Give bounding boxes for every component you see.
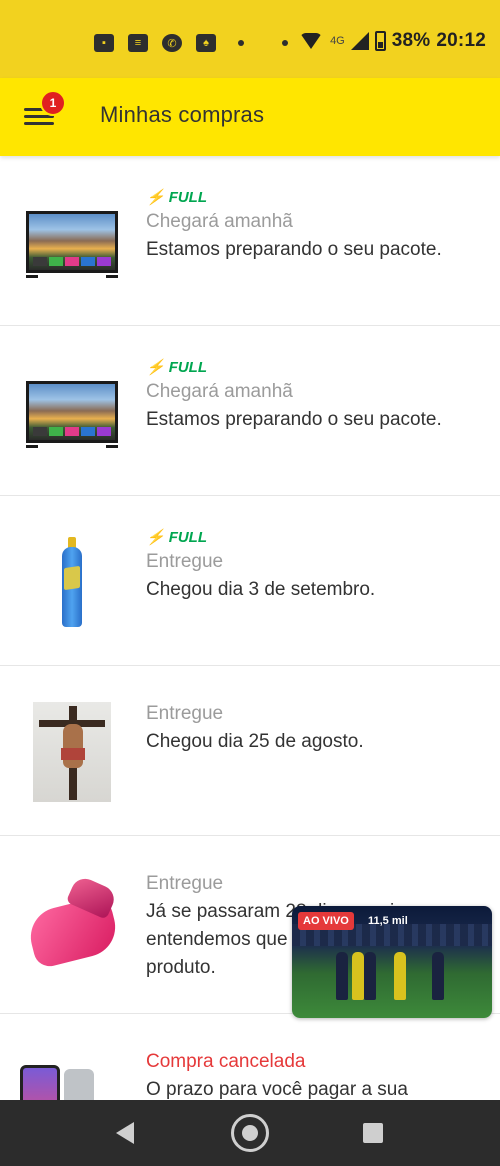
delivery-description: Chegou dia 3 de setembro. (146, 579, 376, 600)
image-icon: ▪ (94, 34, 114, 52)
network-type: 4G (330, 35, 345, 47)
status-indicators: 4G 38% 20:12 (300, 30, 486, 52)
delivery-description: Estamos preparando o seu pacote. (146, 409, 442, 430)
delivery-description: Estamos preparando o seu pacote. (146, 239, 442, 260)
battery-icon (374, 31, 386, 51)
back-icon[interactable] (116, 1122, 134, 1144)
full-badge: ⚡ FULL (146, 526, 476, 548)
full-badge: ⚡ FULL (146, 186, 476, 208)
more-notifications-dot (282, 40, 288, 46)
full-label: FULL (168, 528, 208, 546)
recents-icon[interactable] (363, 1123, 383, 1143)
live-video-overlay[interactable]: AO VIVO 11,5 mil (292, 906, 492, 1018)
delivery-status: Entregue (146, 873, 224, 894)
delivery-description: Chegou dia 25 de agosto. (146, 731, 364, 752)
game-icon: ♠ (196, 34, 216, 52)
tv-icon (26, 211, 118, 273)
purchase-item[interactable]: Entregue Chegou dia 25 de agosto. (0, 666, 500, 836)
wifi-icon (300, 33, 323, 49)
crucifix-icon (33, 702, 111, 802)
home-icon[interactable] (231, 1114, 269, 1152)
viewer-count: 11,5 mil (368, 915, 408, 927)
delivery-status: Compra cancelada (146, 1051, 306, 1072)
notification-icons: ▪ ≡ ✆ ♠ (94, 34, 288, 52)
delivery-status: Entregue (146, 703, 224, 724)
full-label: FULL (168, 188, 208, 206)
clock: 20:12 (436, 30, 486, 51)
product-thumbnail-crucifix (24, 702, 120, 802)
app-bar: 1 Minhas compras (0, 78, 500, 156)
live-badge: AO VIVO (298, 912, 354, 930)
whatsapp-icon: ✆ (162, 34, 182, 52)
lightning-icon: ⚡ (146, 359, 165, 376)
delivery-status: Entregue (146, 551, 224, 572)
bottle-icon (62, 537, 82, 627)
lightning-icon: ⚡ (146, 529, 165, 546)
product-thumbnail-perfume (24, 872, 122, 972)
product-thumbnail-tv (24, 192, 120, 292)
tv-icon (26, 381, 118, 443)
battery-percent: 38% (391, 30, 431, 51)
purchase-item[interactable]: ⚡ FULL Chegará amanhã Estamos preparando… (0, 156, 500, 326)
delivery-status: Chegará amanhã (146, 211, 293, 232)
menu-icon (24, 122, 54, 125)
full-badge: ⚡ FULL (146, 356, 476, 378)
signal-icon (350, 32, 369, 50)
full-label: FULL (168, 358, 208, 376)
lightning-icon: ⚡ (146, 189, 165, 206)
delivery-status: Chegará amanhã (146, 381, 293, 402)
menu-button[interactable]: 1 (24, 90, 66, 130)
status-bar: ▪ ≡ ✆ ♠ 4G 38% 20:12 (0, 0, 500, 78)
purchase-item[interactable]: ⚡ FULL Entregue Chegou dia 3 de setembro… (0, 496, 500, 666)
navigation-bar (0, 1100, 500, 1166)
product-thumbnail-tv (24, 362, 120, 462)
product-thumbnail-bottle (24, 532, 120, 632)
perfume-icon (24, 874, 122, 970)
page-title: Minhas compras (100, 102, 265, 127)
notification-badge: 1 (40, 90, 66, 116)
purchase-item[interactable]: ⚡ FULL Chegará amanhã Estamos preparando… (0, 326, 500, 496)
more-notifications-dot (238, 40, 244, 46)
message-icon: ≡ (128, 34, 148, 52)
